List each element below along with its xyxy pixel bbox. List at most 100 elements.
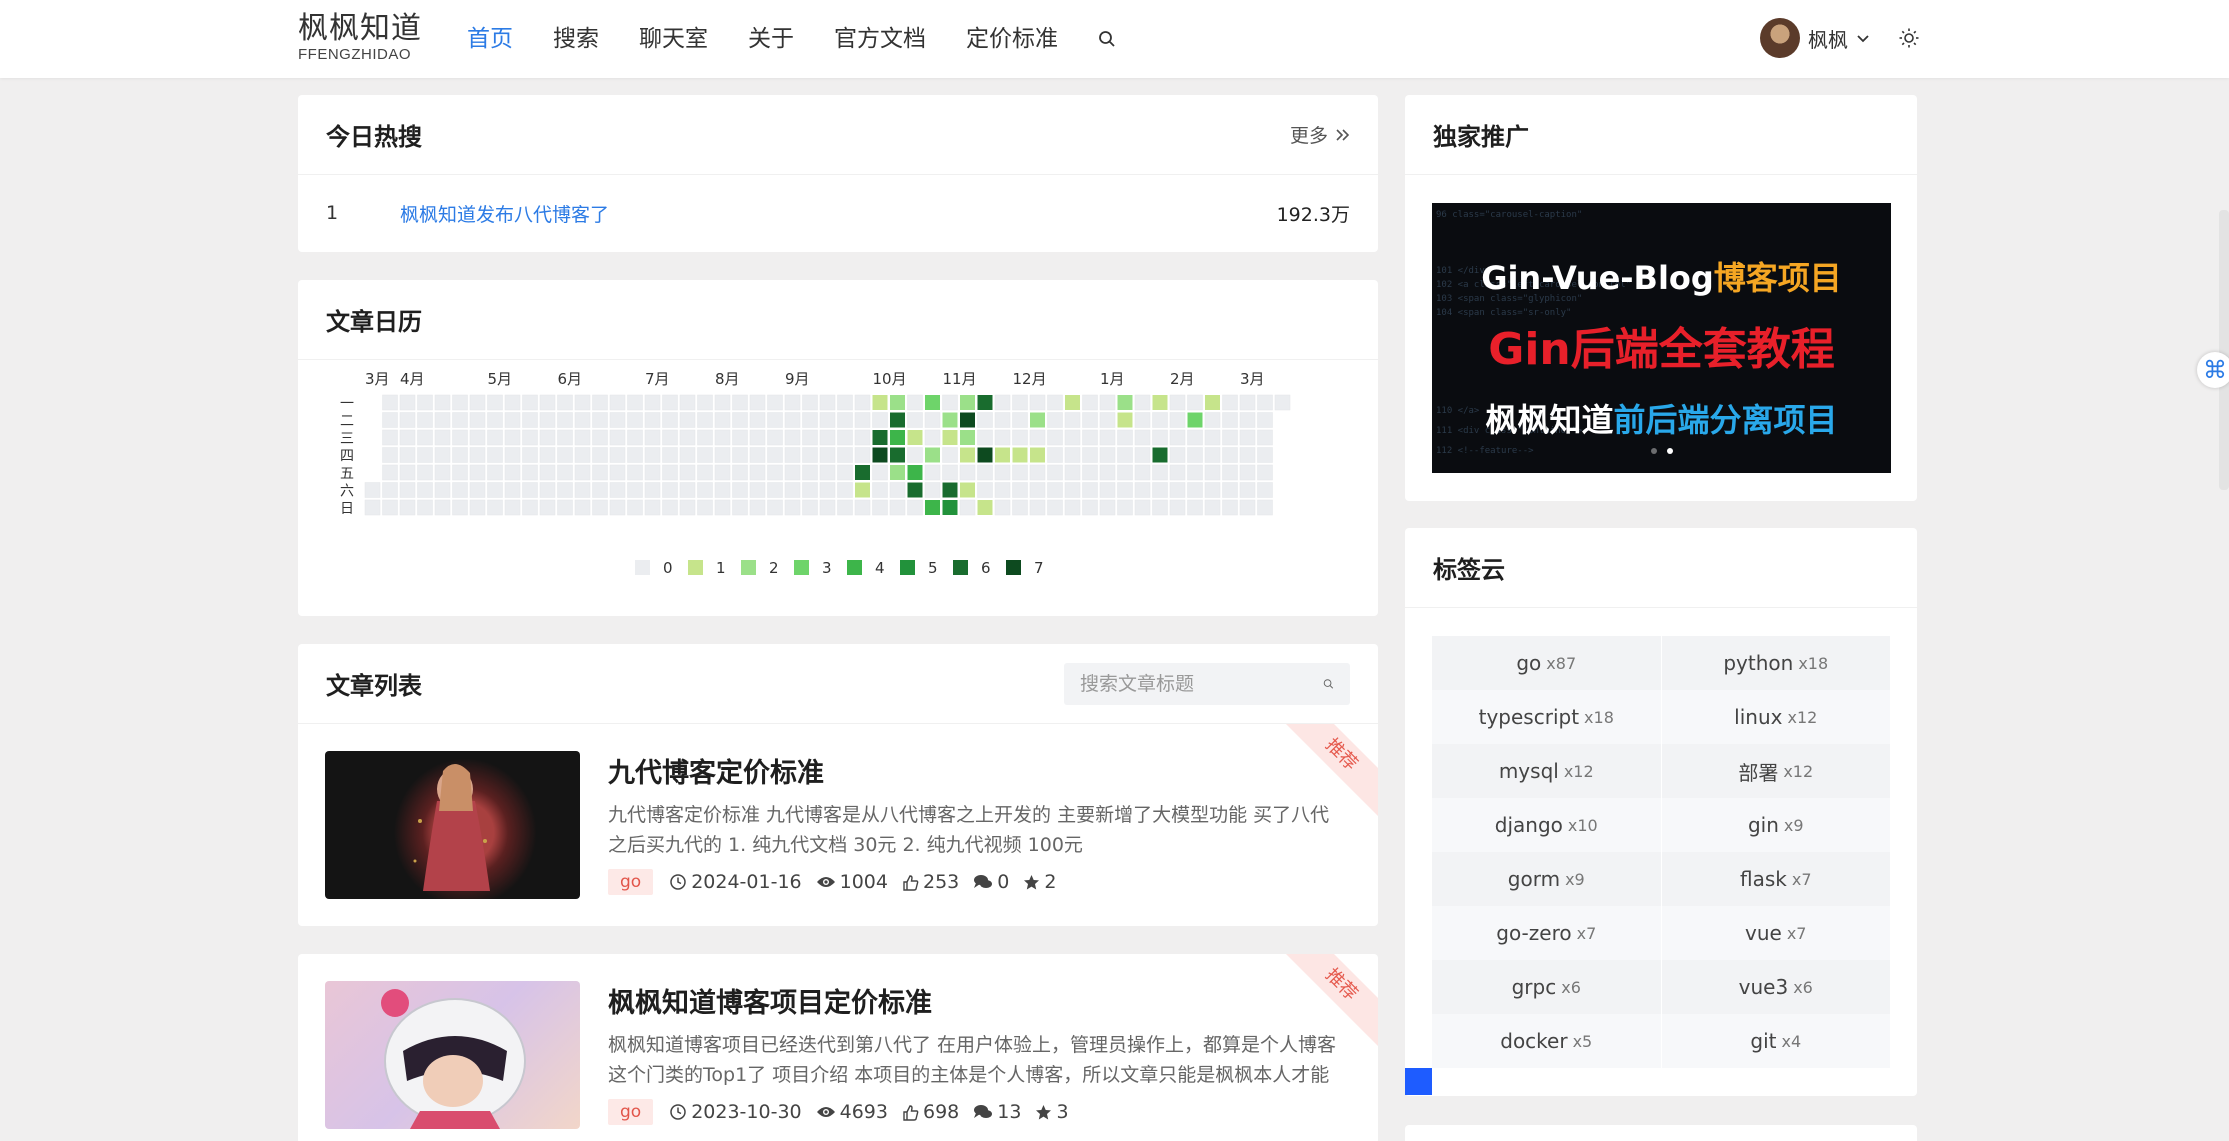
heatmap-cell <box>1082 499 1098 516</box>
tag-cloud-item[interactable]: flask x7 <box>1661 852 1891 906</box>
tag-name: typescript <box>1478 705 1580 729</box>
heatmap-cell <box>767 447 783 463</box>
more-link[interactable]: 更多 <box>1290 121 1350 148</box>
heatmap-cell <box>697 412 713 428</box>
tag-cloud-item[interactable]: django x10 <box>1432 798 1662 852</box>
tag-cloud-item[interactable]: gin x9 <box>1661 798 1891 852</box>
heatmap-cell <box>784 394 801 411</box>
heatmap-cell <box>364 482 381 498</box>
heatmap-cell <box>679 464 696 481</box>
tag-cloud-item[interactable]: 部署 x12 <box>1661 744 1891 798</box>
heatmap-cell <box>942 447 958 463</box>
tag-cloud-item[interactable]: typescript x18 <box>1432 690 1662 744</box>
article-title[interactable]: 枫枫知道博客项目定价标准 <box>608 981 932 1020</box>
heatmap-cell <box>889 499 906 516</box>
heatmap-cell <box>802 482 818 498</box>
heatmap-cell <box>749 464 766 481</box>
tag-cloud-item[interactable]: git x4 <box>1661 1014 1891 1068</box>
article-tag[interactable]: go <box>608 1099 654 1125</box>
heatmap-cell <box>627 482 643 498</box>
heatmap-cell <box>1064 482 1081 498</box>
heatmap-cell <box>609 429 626 446</box>
tag-cloud-grid: go x87 python x18 typescript x18 linux x12 mysql… <box>1432 636 1891 1068</box>
heatmap-cell <box>679 412 696 428</box>
weekday-label: 五 <box>340 466 354 482</box>
tag-cloud-item[interactable]: go x87 <box>1432 636 1662 690</box>
heatmap-cell <box>1012 412 1028 428</box>
article-card[interactable]: 九代博客定价标准 九代博客定价标准 九代博客是从八代博客之上开发的 主要新增了大… <box>298 724 1378 926</box>
article-stars-value: 2 <box>1044 871 1057 893</box>
heatmap-cell <box>679 429 696 446</box>
heatmap-cell <box>925 447 940 463</box>
heatmap-cell <box>872 482 888 498</box>
heatmap-cell <box>557 447 573 463</box>
heatmap-cell <box>924 429 941 446</box>
tag-cloud-item[interactable]: vue x7 <box>1661 906 1891 960</box>
article-tag[interactable]: go <box>608 869 654 895</box>
page-scrollbar[interactable] <box>2219 210 2229 490</box>
heatmap-cell <box>469 447 486 463</box>
tag-cloud-item[interactable]: gorm x9 <box>1432 852 1662 906</box>
heatmap-cell <box>487 394 503 411</box>
sun-icon[interactable] <box>1898 27 1920 49</box>
top-header: 枫枫知道 FFENGZHIDAO 首页 搜索 聊天室 关于 官方文档 定价标准 … <box>0 0 2229 78</box>
article-cover-image[interactable] <box>325 981 580 1129</box>
heatmap-cell <box>1205 395 1220 410</box>
avatar <box>1760 18 1800 58</box>
article-card[interactable]: 枫枫知道博客项目定价标准 枫枫知道博客项目已经迭代到第八代了 在用户体验上，管理… <box>298 954 1378 1141</box>
promotion-banner[interactable]: 96 class="carousel-caption" 101 </div> 1… <box>1432 203 1891 473</box>
heatmap-cell <box>592 429 608 446</box>
legend-swatch <box>688 560 703 575</box>
brand-logo[interactable]: 枫枫知道 FFENGZHIDAO <box>298 12 422 64</box>
article-title[interactable]: 九代博客定价标准 <box>608 751 824 790</box>
nav-item-chatroom[interactable]: 聊天室 <box>639 22 708 56</box>
nav-item-pricing[interactable]: 定价标准 <box>966 22 1058 56</box>
tag-cloud-item[interactable]: vue3 x6 <box>1661 960 1891 1014</box>
heatmap-cell <box>1239 499 1256 516</box>
heatmap-cell <box>399 394 416 411</box>
tag-cloud-item[interactable]: grpc x6 <box>1432 960 1662 1014</box>
heatmap-cell <box>1257 447 1273 463</box>
command-icon[interactable]: ⌘ <box>2197 352 2229 388</box>
article-stars-value: 3 <box>1056 1101 1069 1123</box>
heatmap-cell <box>1117 395 1133 410</box>
tag-cloud-item[interactable]: mysql x12 <box>1432 744 1662 798</box>
heatmap-cell <box>749 499 766 516</box>
heatmap-cell <box>889 482 906 498</box>
nav-item-about[interactable]: 关于 <box>748 22 794 56</box>
hot-search-link[interactable]: 枫枫知道发布八代博客了 <box>400 200 1277 227</box>
heatmap-cell <box>749 429 766 446</box>
nav-item-docs[interactable]: 官方文档 <box>834 22 926 56</box>
heatmap-cell <box>539 447 556 463</box>
article-cover-image[interactable] <box>325 751 580 899</box>
heatmap-cell <box>627 447 643 463</box>
user-menu[interactable]: 枫枫 <box>1760 18 1870 58</box>
nav-item-search[interactable]: 搜索 <box>553 22 599 56</box>
heatmap-cell <box>1099 394 1116 411</box>
heatmap-cell <box>487 464 503 481</box>
tag-cloud-item[interactable]: python x18 <box>1661 636 1891 690</box>
heatmap-cell <box>592 464 608 481</box>
heatmap-cell <box>644 447 661 463</box>
heatmap-cell <box>574 394 591 411</box>
heatmap-cell <box>1152 412 1168 428</box>
heatmap-cell <box>644 394 661 411</box>
back-to-top-button[interactable] <box>1405 1068 1432 1095</box>
tag-cloud-item[interactable]: linux x12 <box>1661 690 1891 744</box>
heatmap-cell <box>890 465 905 480</box>
tag-cloud-item[interactable]: docker x5 <box>1432 1014 1662 1068</box>
nav-item-home[interactable]: 首页 <box>467 22 513 56</box>
heatmap-cell <box>784 499 801 516</box>
tag-cloud-item[interactable]: go-zero x7 <box>1432 906 1662 960</box>
heatmap-cell <box>557 429 573 446</box>
search-icon[interactable] <box>1098 22 1118 56</box>
heatmap-cell <box>469 394 486 411</box>
legend-swatch <box>953 560 968 575</box>
heatmap-cell <box>942 482 958 498</box>
heatmap-cell <box>662 482 678 498</box>
legend-label: 7 <box>1034 559 1044 577</box>
heatmap-cell <box>732 429 748 446</box>
tag-name: docker <box>1500 1029 1568 1053</box>
heatmap-cell <box>382 429 398 446</box>
article-search-input[interactable] <box>1080 672 1323 695</box>
